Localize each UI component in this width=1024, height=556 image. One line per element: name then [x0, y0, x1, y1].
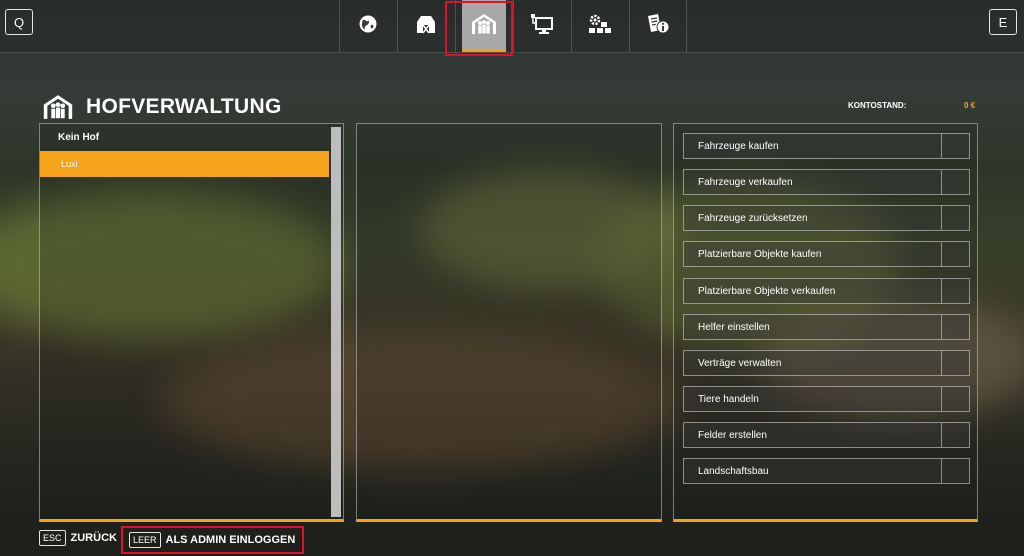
action-button-sell-vehicles[interactable]: Fahrzeuge verkaufen — [683, 169, 970, 195]
permissions-panel: Fahrzeuge kaufen Fahrzeuge verkaufen Fah… — [673, 123, 978, 522]
back-button[interactable]: ESC ZURÜCK — [39, 530, 117, 546]
admin-login-label: ALS ADMIN EINLOGGEN — [165, 534, 296, 546]
action-toggle[interactable] — [941, 423, 969, 447]
action-toggle[interactable] — [941, 315, 969, 339]
action-button-buy-vehicles[interactable]: Fahrzeuge kaufen — [683, 133, 970, 159]
info-document-icon — [646, 13, 670, 40]
action-label: Fahrzeuge kaufen — [698, 140, 779, 152]
action-button-trade-animals[interactable]: Tiere handeln — [683, 386, 970, 412]
farm-list-panel: Kein Hof Luxi — [39, 123, 344, 522]
monitor-network-icon — [530, 13, 554, 40]
back-label: ZURÜCK — [70, 532, 117, 544]
action-button-manage-contracts[interactable]: Verträge verwalten — [683, 350, 970, 376]
farm-management-icon — [42, 94, 74, 125]
farm-name: Luxi — [61, 159, 78, 169]
action-button-landscaping[interactable]: Landschaftsbau — [683, 458, 970, 484]
action-label: Fahrzeuge verkaufen — [698, 176, 793, 188]
action-toggle[interactable] — [941, 206, 969, 230]
tab-production[interactable] — [571, 0, 628, 52]
action-label: Felder erstellen — [698, 429, 767, 441]
action-button-sell-placeables[interactable]: Platzierbare Objekte verkaufen — [683, 278, 970, 304]
barn-icon — [415, 13, 437, 40]
action-toggle[interactable] — [941, 351, 969, 375]
tab-farm[interactable] — [397, 0, 454, 52]
farm-list-header: Kein Hof — [58, 132, 100, 143]
admin-login-button[interactable]: LEER ALS ADMIN EINLOGGEN — [121, 526, 304, 554]
production-icon — [588, 13, 612, 40]
action-toggle[interactable] — [941, 242, 969, 266]
action-label: Fahrzeuge zurücksetzen — [698, 212, 808, 224]
action-toggle[interactable] — [941, 134, 969, 158]
action-label: Verträge verwalten — [698, 357, 782, 369]
action-button-reset-vehicles[interactable]: Fahrzeuge zurücksetzen — [683, 205, 970, 231]
action-button-buy-placeables[interactable]: Platzierbare Objekte kaufen — [683, 241, 970, 267]
tab-farm-management[interactable] — [455, 0, 512, 52]
space-key: LEER — [129, 532, 161, 548]
tab-info[interactable] — [629, 0, 687, 52]
balance-label: KONTOSTAND: — [848, 101, 907, 110]
action-label: Helfer einstellen — [698, 321, 770, 333]
balance-value: 0 € — [964, 101, 976, 110]
prev-page-key[interactable]: Q — [5, 9, 33, 35]
action-label: Landschaftsbau — [698, 465, 769, 477]
action-label: Tiere handeln — [698, 393, 759, 405]
action-label: Platzierbare Objekte verkaufen — [698, 285, 836, 297]
esc-key: ESC — [39, 530, 66, 546]
farm-list-item[interactable]: Luxi — [40, 151, 329, 177]
action-toggle[interactable] — [941, 387, 969, 411]
globe-icon — [358, 14, 378, 39]
farm-list-scrollbar[interactable] — [331, 127, 341, 517]
action-toggle[interactable] — [941, 279, 969, 303]
action-button-hire-helpers[interactable]: Helfer einstellen — [683, 314, 970, 340]
action-button-create-fields[interactable]: Felder erstellen — [683, 422, 970, 448]
tab-multiplayer[interactable] — [513, 0, 570, 52]
page-tabs — [339, 0, 688, 52]
top-navigation-bar: Q E — [0, 0, 1024, 53]
page-title: HOFVERWALTUNG — [86, 95, 282, 118]
action-label: Platzierbare Objekte kaufen — [698, 248, 822, 260]
action-toggle[interactable] — [941, 170, 969, 194]
farm-details-panel — [356, 123, 662, 522]
tab-map[interactable] — [339, 0, 396, 52]
next-page-key[interactable]: E — [989, 9, 1017, 35]
action-toggle[interactable] — [941, 459, 969, 483]
